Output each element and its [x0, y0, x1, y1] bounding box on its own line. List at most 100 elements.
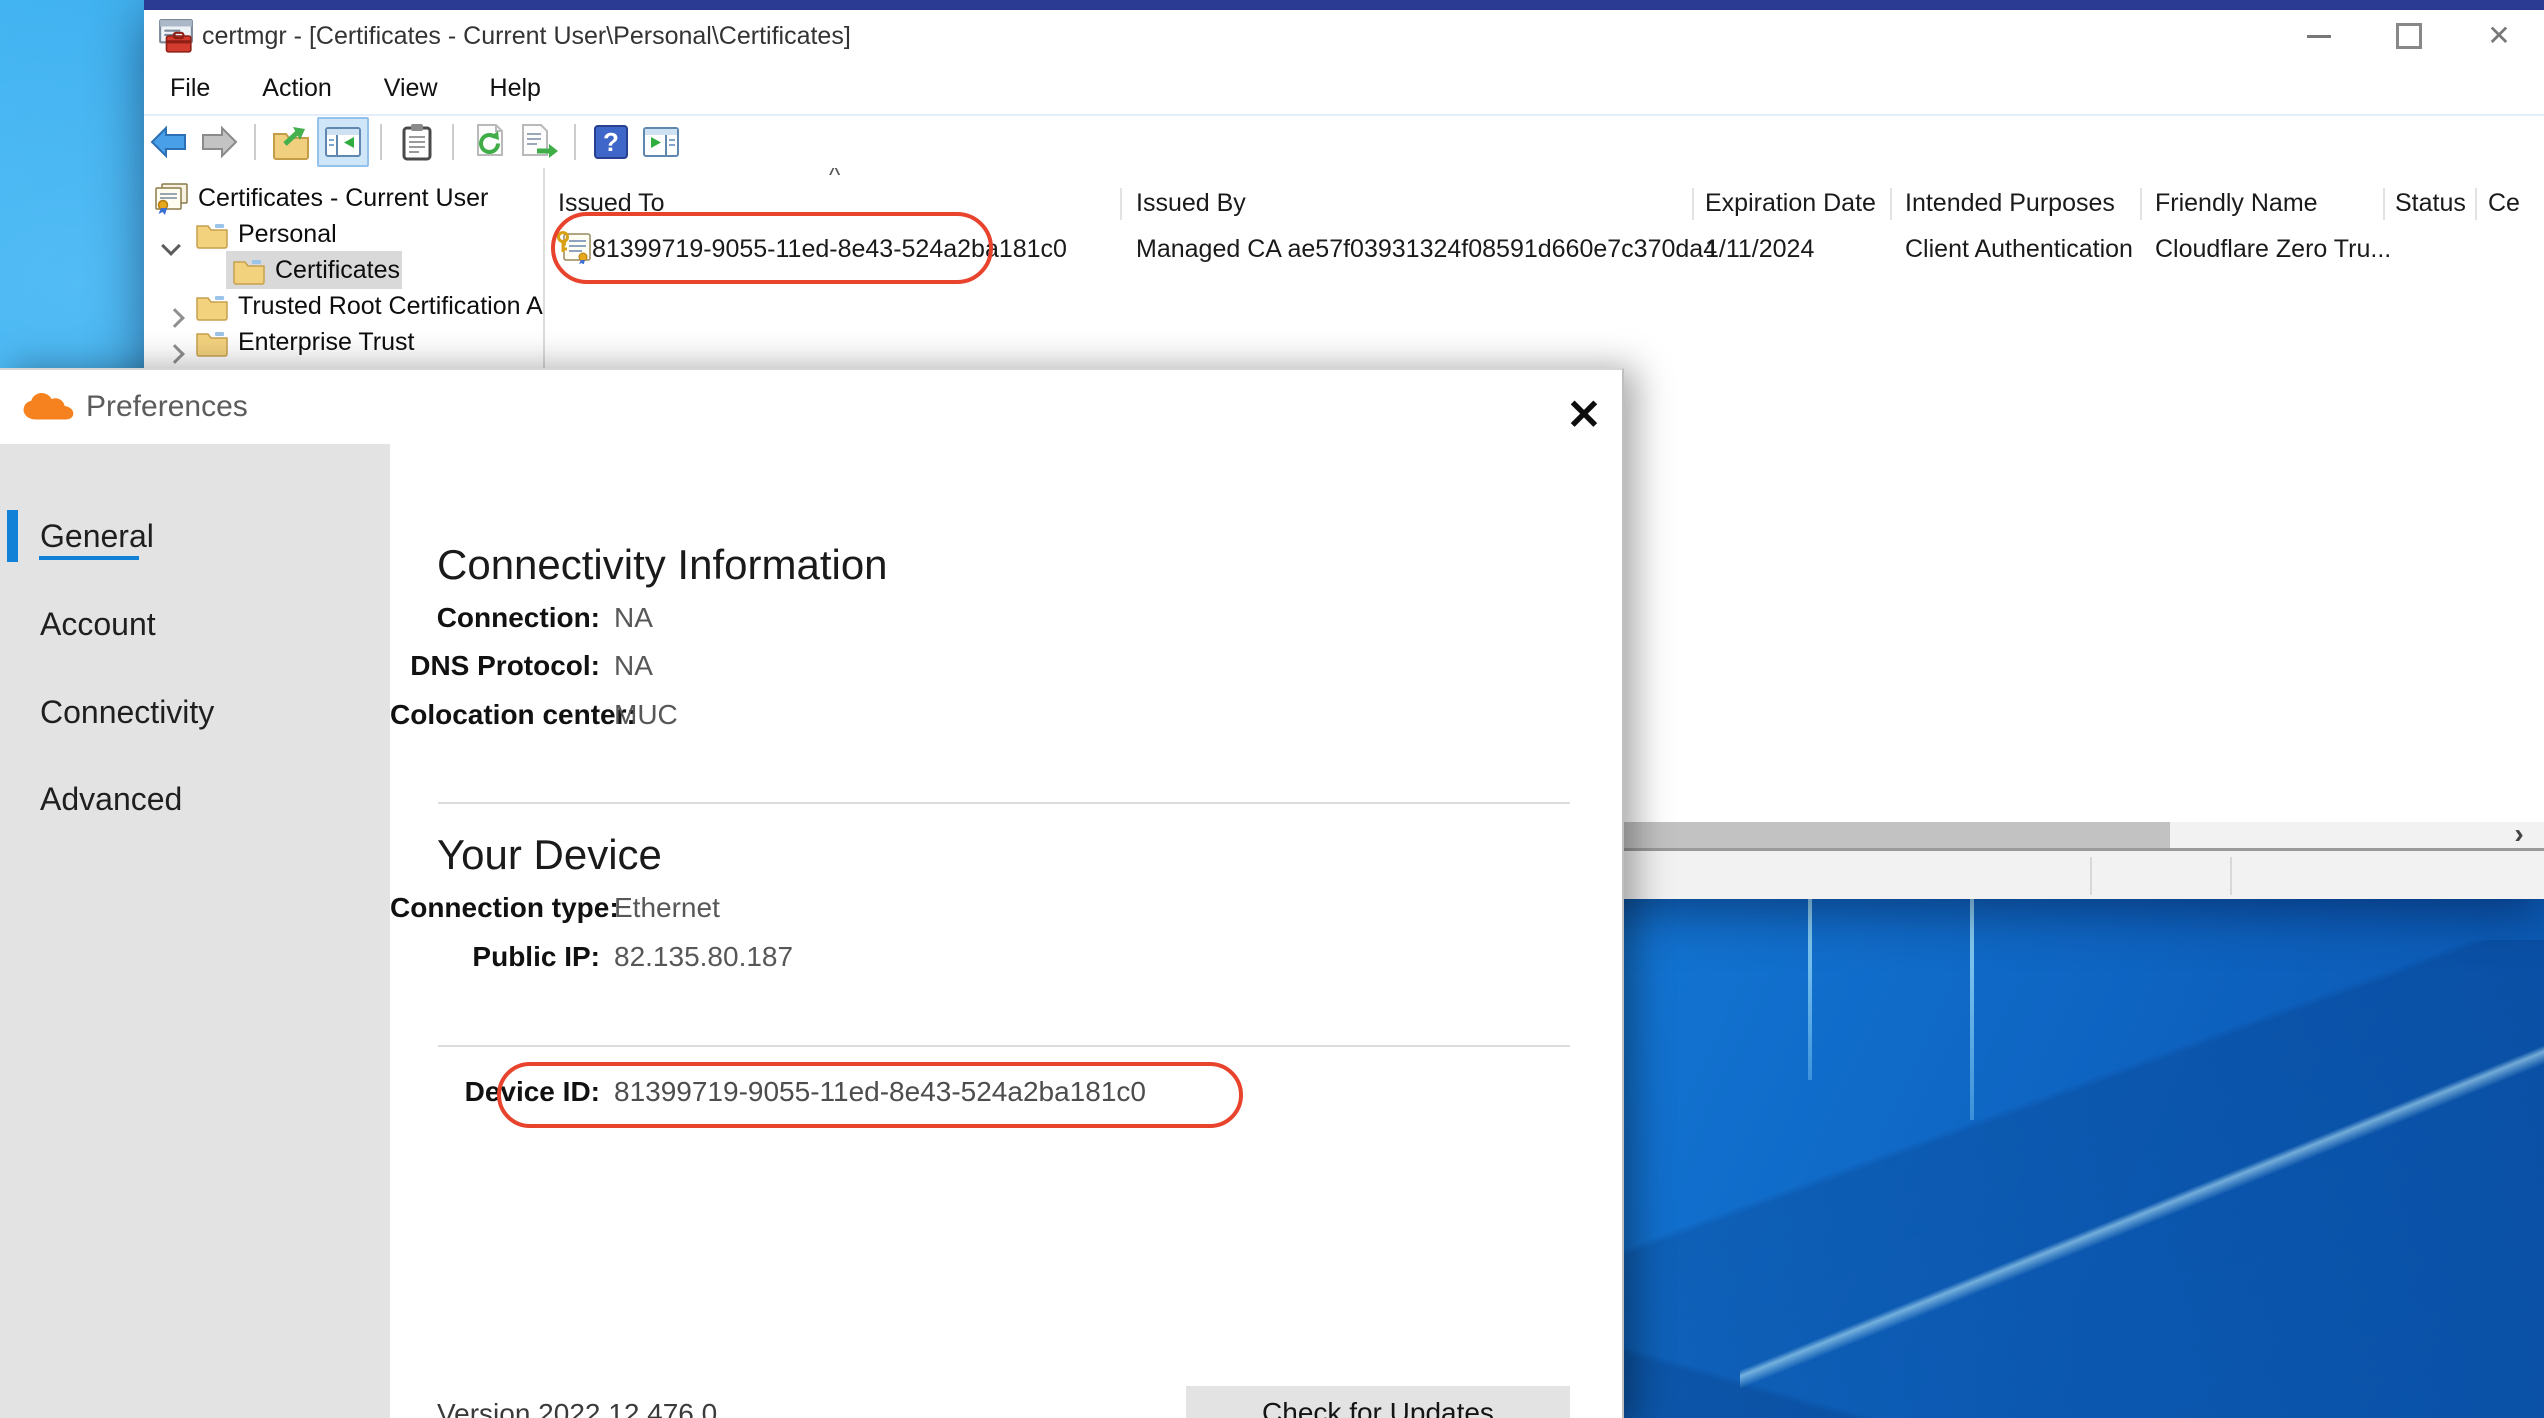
menu-file[interactable]: File [144, 62, 236, 114]
wallpaper-light-edge [1808, 880, 1812, 1080]
certificate-icon [556, 230, 592, 266]
row-colocation-center: Colocation center:MUC [390, 695, 678, 735]
selected-nav-underline [39, 556, 139, 560]
status-bar-separator [2230, 857, 2232, 895]
field-label: Colocation center: [390, 695, 600, 735]
section-heading-your-device: Your Device [437, 829, 662, 881]
clipboard-icon [399, 123, 435, 161]
folder-icon [195, 293, 229, 331]
menu-action[interactable]: Action [236, 62, 357, 114]
tree-item-label: Trusted Root Certification Au [238, 288, 545, 324]
preferences-content: Connectivity Information Connection:NA D… [390, 444, 1622, 1418]
up-one-level-button[interactable] [267, 119, 315, 165]
minimize-button[interactable] [2274, 10, 2364, 62]
device-id-value: 81399719-9055-11ed-8e43-524a2ba181c0 [614, 1076, 1146, 1107]
chevron-right-icon[interactable] [168, 299, 182, 335]
certmgr-app-icon [158, 18, 194, 59]
row-connection-type: Connection type:Ethernet [390, 888, 720, 928]
forward-arrow-icon [199, 125, 239, 159]
row-public-ip: Public IP:82.135.80.187 [390, 937, 793, 977]
show-console-tree-button[interactable] [317, 117, 369, 167]
column-header-intended-purposes[interactable]: Intended Purposes [1905, 182, 2115, 224]
field-value: Ethernet [614, 892, 720, 923]
scroll-right-arrow[interactable]: › [2498, 822, 2540, 848]
preferences-close-button[interactable]: ✕ [1556, 388, 1612, 440]
column-separator[interactable] [1120, 188, 1122, 220]
refresh-icon [470, 123, 508, 161]
field-value: 82.135.80.187 [614, 941, 793, 972]
chevron-down-icon[interactable] [164, 227, 178, 263]
back-button[interactable] [145, 119, 193, 165]
column-separator[interactable] [2475, 188, 2477, 220]
cell-intended-purposes[interactable]: Client Authentication [1905, 226, 2133, 272]
row-device-id: Device ID: 81399719-9055-11ed-8e43-524a2b… [390, 1072, 1146, 1112]
column-header-expiration-date[interactable]: Expiration Date [1705, 182, 1876, 224]
column-header-certificate-template[interactable]: Ce [2488, 182, 2520, 224]
window-title: certmgr - [Certificates - Current User\P… [202, 10, 851, 62]
preferences-title: Preferences [86, 370, 248, 444]
cell-issued-by[interactable]: Managed CA ae57f03931324f08591d660e7c370… [1136, 226, 1717, 272]
tree-item-label: Certificates [275, 252, 400, 288]
close-button[interactable]: ✕ [2454, 10, 2544, 62]
menu-bar: File Action View Help [144, 62, 2544, 116]
close-icon: ✕ [2487, 22, 2510, 50]
tree-item-label: Personal [238, 216, 337, 252]
column-header-status[interactable]: Status [2395, 182, 2466, 224]
refresh-button[interactable] [465, 119, 513, 165]
column-separator[interactable] [2383, 188, 2385, 220]
field-value: NA [614, 650, 653, 681]
field-label: Device ID: [390, 1072, 600, 1112]
show-action-pane-button[interactable] [637, 119, 685, 165]
toolbar-separator [452, 124, 454, 160]
column-separator[interactable] [1692, 188, 1694, 220]
version-text: Version 2022.12.476.0 [437, 1394, 717, 1418]
action-pane-icon [641, 124, 681, 160]
cell-issued-to[interactable]: 81399719-9055-11ed-8e43-524a2ba181c0 [592, 226, 1067, 272]
menu-view[interactable]: View [358, 62, 464, 114]
wallpaper-beams [1620, 880, 2544, 1418]
column-separator[interactable] [1890, 188, 1892, 220]
section-divider [438, 802, 1570, 804]
up-folder-icon [271, 124, 311, 160]
nav-account[interactable]: Account [40, 602, 156, 646]
help-button[interactable]: ? [587, 119, 635, 165]
maximize-icon [2396, 23, 2422, 49]
toolbar: ? [144, 116, 2544, 170]
column-header-issued-by[interactable]: Issued By [1136, 182, 1246, 224]
field-label: Connection: [390, 598, 600, 638]
cell-friendly-name[interactable]: Cloudflare Zero Tru... [2155, 226, 2391, 272]
row-dns-protocol: DNS Protocol:NA [390, 646, 653, 686]
column-header-issued-to[interactable]: Issued To [558, 182, 665, 224]
preferences-sidebar: General Account Connectivity Advanced [0, 444, 390, 1418]
tree-item-label: Enterprise Trust [238, 324, 414, 360]
certmgr-titlebar[interactable]: certmgr - [Certificates - Current User\P… [144, 10, 2544, 62]
screen: certmgr - [Certificates - Current User\P… [0, 0, 2544, 1418]
wallpaper-light-edge [1970, 880, 1974, 1120]
back-arrow-icon [149, 125, 189, 159]
export-list-button[interactable] [515, 119, 563, 165]
cell-expiration-date[interactable]: 1/11/2024 [1705, 226, 1814, 272]
field-value: NA [614, 602, 653, 633]
toolbar-separator [380, 124, 382, 160]
close-icon: ✕ [1566, 390, 1601, 439]
nav-general[interactable]: General [40, 514, 154, 558]
menu-help[interactable]: Help [464, 62, 567, 114]
nav-advanced[interactable]: Advanced [40, 777, 182, 821]
selected-nav-accent-bar [7, 510, 18, 562]
cloudflare-logo-icon [22, 392, 78, 427]
toolbar-separator [574, 124, 576, 160]
preferences-window: Preferences ✕ General Account Connectivi… [0, 368, 1624, 1418]
section-divider [438, 1045, 1570, 1047]
maximize-button[interactable] [2364, 10, 2454, 62]
check-for-updates-button[interactable]: Check for Updates [1186, 1386, 1570, 1418]
nav-connectivity[interactable]: Connectivity [40, 690, 214, 734]
folder-icon [195, 221, 229, 259]
column-separator[interactable] [2140, 188, 2142, 220]
column-header-friendly-name[interactable]: Friendly Name [2155, 182, 2318, 224]
chevron-right-icon[interactable] [168, 335, 182, 371]
minimize-icon [2307, 35, 2331, 38]
forward-button[interactable] [195, 119, 243, 165]
paste-button[interactable] [393, 119, 441, 165]
certificate-store-icon [153, 183, 189, 225]
preferences-titlebar[interactable]: Preferences ✕ [0, 370, 1622, 444]
